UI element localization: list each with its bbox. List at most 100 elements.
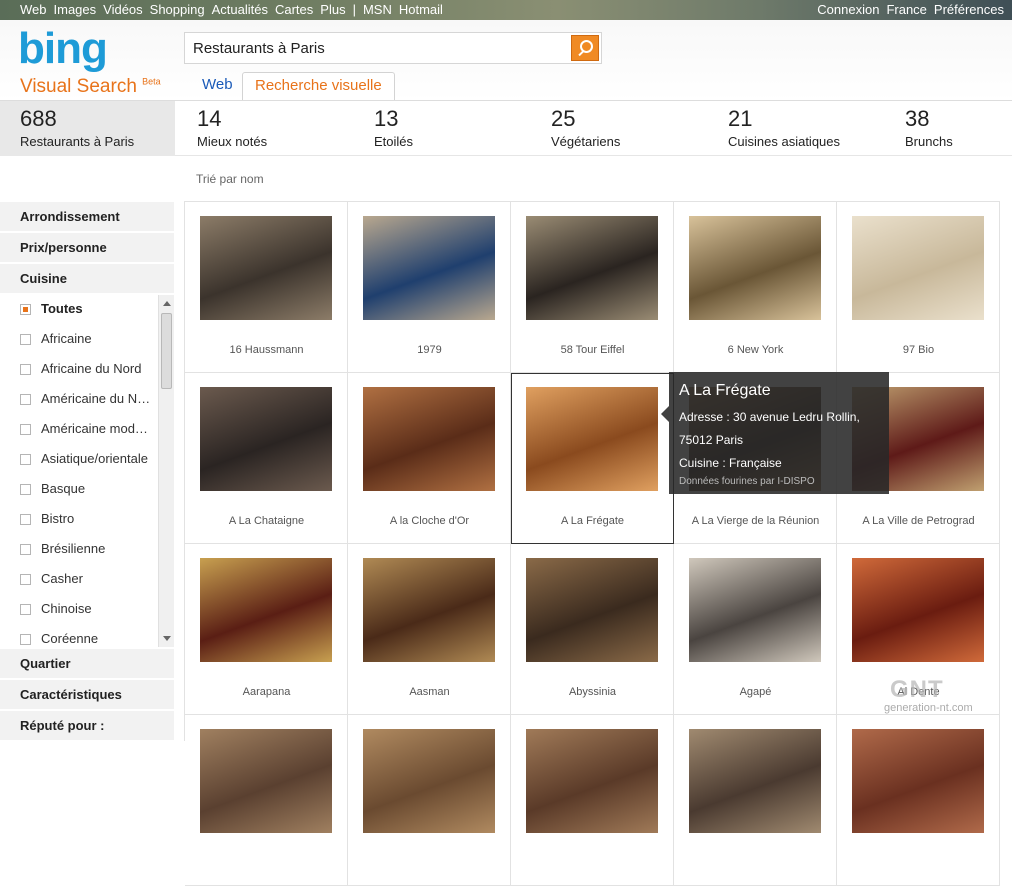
nav-web[interactable]: Web (20, 2, 47, 17)
restaurant-tile[interactable]: 97 Bio (837, 202, 1000, 373)
cuisine-option[interactable]: Chinoise (20, 595, 156, 625)
nav-plus[interactable]: Plus (320, 2, 345, 17)
restaurant-photo[interactable] (200, 387, 332, 491)
restaurant-tile[interactable]: A La Frégate (511, 373, 674, 544)
restaurant-photo[interactable] (852, 216, 984, 320)
checkbox[interactable] (20, 364, 31, 375)
checkbox[interactable] (20, 514, 31, 525)
stat-asian[interactable]: 21 Cuisines asiatiques (708, 101, 840, 156)
restaurant-photo[interactable] (526, 558, 658, 662)
restaurant-tile[interactable]: Aarapana (185, 544, 348, 715)
stat-brunch[interactable]: 38 Brunchs (885, 101, 953, 156)
checkbox[interactable] (20, 484, 31, 495)
restaurant-name[interactable]: 16 Haussmann (185, 344, 348, 356)
restaurant-tile[interactable]: 16 Haussmann (185, 202, 348, 373)
restaurant-photo[interactable] (526, 216, 658, 320)
checkbox[interactable] (20, 574, 31, 585)
facet-cuisine[interactable]: Cuisine (0, 264, 174, 294)
nav-shopping[interactable]: Shopping (150, 2, 205, 17)
nav-videos[interactable]: Vidéos (103, 2, 143, 17)
restaurant-name[interactable]: A La Vierge de la Réunion (674, 515, 837, 527)
restaurant-name[interactable]: Aasman (348, 686, 511, 698)
stat-starred[interactable]: 13 Etoilés (354, 101, 413, 156)
restaurant-photo[interactable] (689, 558, 821, 662)
stat-all[interactable]: 688 Restaurants à Paris (0, 101, 175, 156)
restaurant-name[interactable]: A La Chataigne (185, 515, 348, 527)
facet-prix[interactable]: Prix/personne (0, 233, 174, 263)
cuisine-option[interactable]: Coréenne (20, 625, 156, 649)
nav-preferences[interactable]: Préférences (934, 2, 1004, 17)
facet-caracteristiques[interactable]: Caractéristiques (0, 680, 174, 710)
restaurant-tile[interactable] (185, 715, 348, 886)
nav-cartes[interactable]: Cartes (275, 2, 313, 17)
stat-vegetarian[interactable]: 25 Végétariens (531, 101, 620, 156)
restaurant-tile[interactable] (348, 715, 511, 886)
restaurant-tile[interactable]: 6 New York (674, 202, 837, 373)
nav-images[interactable]: Images (54, 2, 97, 17)
restaurant-photo[interactable] (200, 216, 332, 320)
restaurant-photo[interactable] (363, 558, 495, 662)
restaurant-name[interactable]: Aarapana (185, 686, 348, 698)
restaurant-tile[interactable]: Agapé (674, 544, 837, 715)
restaurant-name[interactable]: 1979 (348, 344, 511, 356)
tab-visual-search[interactable]: Recherche visuelle (242, 72, 395, 101)
checkbox[interactable] (20, 424, 31, 435)
cuisine-option[interactable]: Africaine du Nord (20, 355, 156, 385)
restaurant-photo[interactable] (526, 729, 658, 833)
scroll-up-arrow-icon[interactable] (163, 301, 171, 306)
restaurant-tile[interactable]: 1979 (348, 202, 511, 373)
restaurant-photo[interactable] (852, 558, 984, 662)
restaurant-photo[interactable] (526, 387, 658, 491)
tab-web[interactable]: Web (190, 72, 245, 101)
restaurant-photo[interactable] (363, 729, 495, 833)
restaurant-name[interactable]: Abyssinia (511, 686, 674, 698)
cuisine-option[interactable]: Africaine (20, 325, 156, 355)
restaurant-tile[interactable]: Aasman (348, 544, 511, 715)
checkbox[interactable] (20, 394, 31, 405)
restaurant-photo[interactable] (200, 558, 332, 662)
nav-msn[interactable]: MSN (363, 2, 392, 17)
restaurant-name[interactable]: 97 Bio (837, 344, 1000, 356)
restaurant-tile[interactable] (511, 715, 674, 886)
restaurant-name[interactable]: A La Ville de Petrograd (837, 515, 1000, 527)
cuisine-option[interactable]: Toutes (20, 295, 156, 325)
restaurant-tile[interactable]: A la Cloche d'Or (348, 373, 511, 544)
search-button[interactable] (571, 35, 599, 61)
restaurant-tile[interactable]: 58 Tour Eiffel (511, 202, 674, 373)
restaurant-tile[interactable] (674, 715, 837, 886)
scroll-down-arrow-icon[interactable] (163, 636, 171, 641)
cuisine-option[interactable]: Asiatique/orientale (20, 445, 156, 475)
checkbox[interactable] (20, 454, 31, 465)
restaurant-photo[interactable] (689, 216, 821, 320)
restaurant-photo[interactable] (363, 387, 495, 491)
checkbox[interactable] (20, 604, 31, 615)
restaurant-tile[interactable]: Abyssinia (511, 544, 674, 715)
cuisine-scrollbar[interactable] (158, 295, 174, 647)
cuisine-option[interactable]: Basque (20, 475, 156, 505)
checkbox[interactable] (20, 304, 31, 315)
restaurant-name[interactable]: A la Cloche d'Or (348, 515, 511, 527)
checkbox[interactable] (20, 634, 31, 645)
cuisine-option[interactable]: Américaine du N… (20, 385, 156, 415)
restaurant-name[interactable]: 6 New York (674, 344, 837, 356)
bing-logo[interactable]: bing (18, 24, 108, 74)
restaurant-name[interactable]: 58 Tour Eiffel (511, 344, 674, 356)
facet-arrondissement[interactable]: Arrondissement (0, 202, 174, 232)
stat-top-rated[interactable]: 14 Mieux notés (177, 101, 267, 156)
cuisine-option[interactable]: Casher (20, 565, 156, 595)
nav-actualites[interactable]: Actualités (212, 2, 268, 17)
nav-connexion[interactable]: Connexion (817, 2, 879, 17)
restaurant-photo[interactable] (689, 729, 821, 833)
restaurant-tile[interactable]: A La Chataigne (185, 373, 348, 544)
search-input[interactable]: Restaurants à Paris (193, 40, 325, 57)
restaurant-tile[interactable] (837, 715, 1000, 886)
facet-quartier[interactable]: Quartier (0, 649, 174, 679)
restaurant-name[interactable]: A La Frégate (511, 515, 674, 527)
cuisine-option[interactable]: Bistro (20, 505, 156, 535)
cuisine-option[interactable]: Américaine mod… (20, 415, 156, 445)
restaurant-name[interactable]: Agapé (674, 686, 837, 698)
restaurant-photo[interactable] (363, 216, 495, 320)
cuisine-option[interactable]: Brésilienne (20, 535, 156, 565)
restaurant-photo[interactable] (852, 729, 984, 833)
checkbox[interactable] (20, 334, 31, 345)
